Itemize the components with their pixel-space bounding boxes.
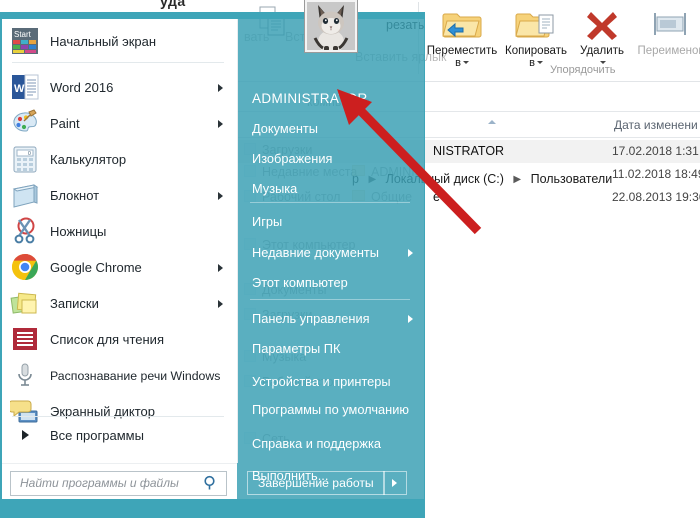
start-item-recent-documents[interactable]: Недавние документы bbox=[237, 239, 425, 266]
chevron-right-icon bbox=[408, 249, 413, 257]
start-item-label: Параметры ПК bbox=[252, 341, 340, 356]
chevron-right-icon bbox=[392, 479, 397, 487]
shutdown-options-button[interactable] bbox=[383, 471, 407, 495]
start-item-control-panel[interactable]: Панель управления bbox=[237, 305, 425, 332]
start-item-this-pc[interactable]: Этот компьютер bbox=[237, 269, 425, 296]
move-to-folder-icon bbox=[425, 4, 499, 42]
start-item-label: Панель управления bbox=[252, 311, 370, 326]
ribbon-group-label: Упорядочить bbox=[550, 64, 615, 76]
avatar[interactable] bbox=[305, 0, 357, 52]
ribbon-rename-label: Переименов bbox=[636, 45, 700, 58]
file-date: 17.02.2018 1:31 bbox=[612, 144, 699, 158]
start-item-label: Этот компьютер bbox=[252, 275, 348, 290]
start-item-label: Справка и поддержка bbox=[252, 436, 381, 451]
ribbon-delete-button[interactable]: Удалить bbox=[573, 4, 631, 69]
start-item-label: Музыка bbox=[252, 181, 297, 196]
ribbon-clipped-label: уда bbox=[160, 0, 186, 9]
ribbon-copy-to-label: Копировать bbox=[499, 45, 573, 58]
start-item-label: Устройства и принтеры bbox=[252, 374, 391, 389]
shutdown-label: Завершение работы bbox=[258, 476, 374, 490]
start-menu-right-panel: ADMINISTRATOR Документы Изображения Музы… bbox=[237, 18, 425, 500]
chevron-right-icon bbox=[408, 315, 413, 323]
ribbon-copy-to-button[interactable]: Копировать в bbox=[499, 4, 573, 69]
shutdown-button[interactable]: Завершение работы bbox=[247, 471, 385, 495]
file-date: 22.08.2013 19:36 bbox=[612, 190, 700, 204]
start-item-label: Программы по умолчанию bbox=[252, 402, 409, 417]
start-item-pictures[interactable]: Изображения bbox=[237, 145, 425, 172]
sort-indicator-icon bbox=[488, 120, 496, 124]
user-name-label[interactable]: ADMINISTRATOR bbox=[252, 91, 368, 106]
file-name: e bbox=[433, 190, 440, 204]
start-item-help-support[interactable]: Справка и поддержка bbox=[237, 430, 425, 457]
start-item-label: Игры bbox=[252, 214, 282, 229]
delete-x-icon bbox=[573, 4, 631, 42]
start-item-devices-printers[interactable]: Устройства и принтеры bbox=[237, 368, 425, 395]
ribbon-rename-button: Переименов bbox=[636, 4, 700, 58]
start-item-games[interactable]: Игры bbox=[237, 208, 425, 235]
ribbon-delete-label: Удалить bbox=[573, 45, 631, 58]
rename-icon bbox=[636, 4, 700, 42]
copy-to-folder-icon bbox=[499, 4, 573, 42]
file-date: 11.02.2018 18:49 bbox=[612, 167, 700, 181]
start-item-pc-settings[interactable]: Параметры ПК bbox=[237, 335, 425, 362]
start-item-music[interactable]: Музыка bbox=[237, 175, 425, 202]
start-item-label: Документы bbox=[252, 121, 318, 136]
start-menu-left-edge bbox=[0, 18, 237, 500]
start-menu: ADMINISTRATOR Документы Изображения Музы… bbox=[0, 18, 425, 500]
column-header-date[interactable]: Дата изменени bbox=[614, 118, 698, 132]
start-menu-bottom-bar bbox=[0, 500, 425, 518]
start-item-default-programs[interactable]: Программы по умолчанию bbox=[237, 396, 425, 423]
start-item-documents[interactable]: Документы bbox=[237, 115, 425, 142]
file-name: NISTRATOR bbox=[433, 144, 504, 158]
start-item-label: Недавние документы bbox=[252, 245, 379, 260]
screen: уда bbox=[0, 0, 700, 518]
start-item-label: Изображения bbox=[252, 151, 332, 166]
